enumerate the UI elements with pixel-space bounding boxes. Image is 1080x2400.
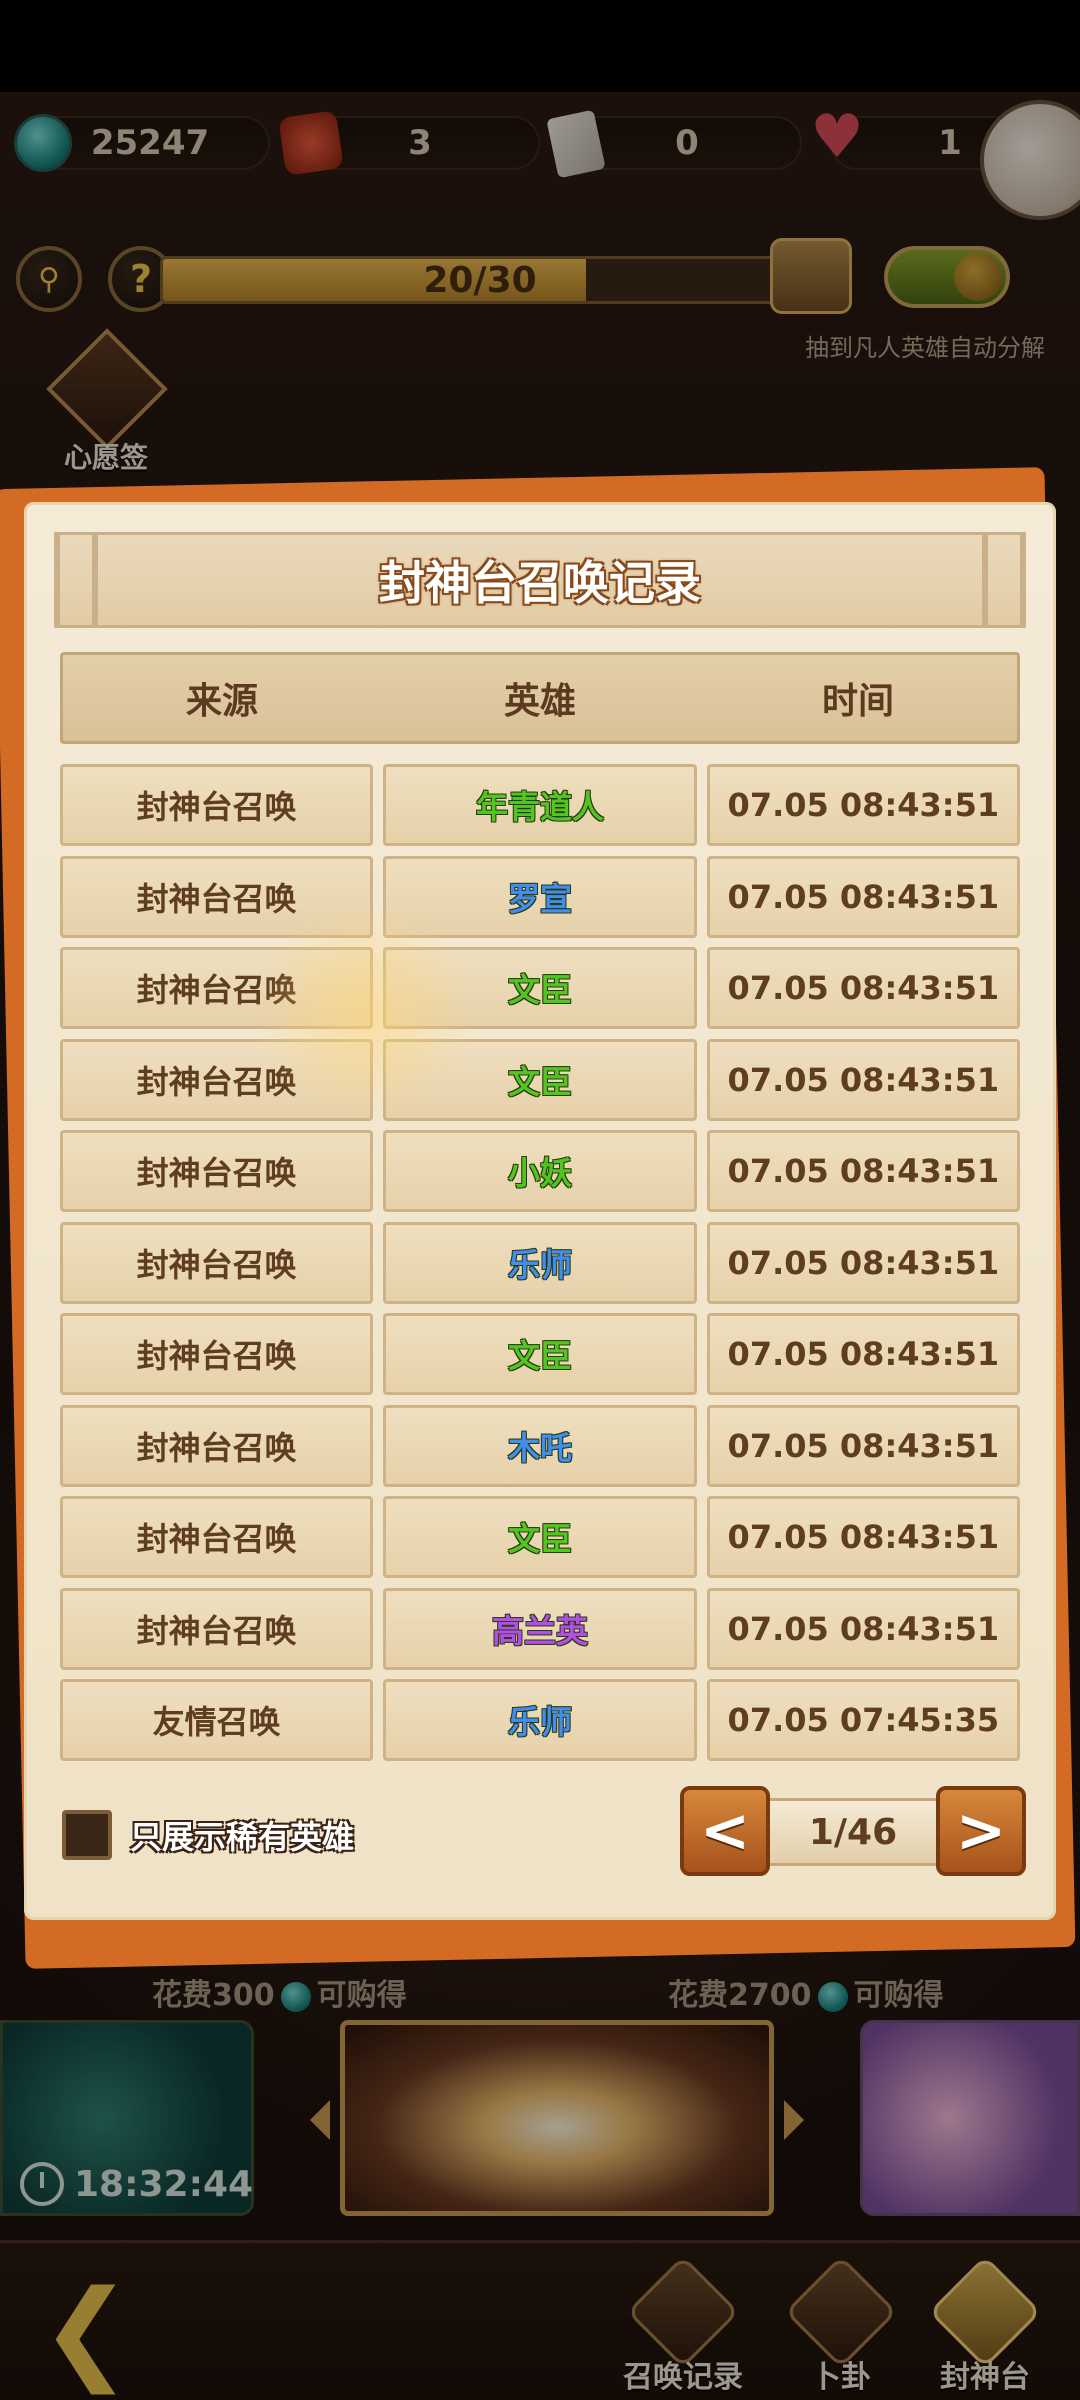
hero-cell: 文臣 [383,1313,697,1395]
hero-cell: 木吒 [383,1404,697,1487]
hero-cell: 年青道人 [383,764,697,846]
hero-cell: 乐师 [383,1679,697,1761]
source-cell: 封神台召唤 [60,1404,374,1487]
source-cell: 封神台召唤 [60,855,374,938]
time-cell: 07.05 08:43:51 [706,1038,1020,1121]
table-row: 封神台召唤 高兰英 07.05 08:43:51 [60,1587,1020,1670]
source-cell: 封神台召唤 [60,1313,374,1395]
source-cell: 封神台召唤 [60,764,374,846]
table-row: 封神台召唤 文臣 07.05 08:43:51 [60,947,1020,1029]
hero-cell: 罗宣 [383,855,697,938]
source-cell: 封神台召唤 [60,1496,374,1578]
rare-only-checkbox[interactable] [62,1810,112,1860]
page-indicator: 1/46 [750,1798,956,1866]
hero-cell: 文臣 [383,1038,697,1121]
rare-only-filter[interactable]: 只展示稀有英雄 [62,1810,354,1860]
time-cell: 07.05 08:43:51 [706,1496,1020,1578]
time-cell: 07.05 08:43:51 [706,1221,1020,1304]
table-row: 封神台召唤 文臣 07.05 08:43:51 [60,1496,1020,1578]
source-cell: 封神台召唤 [60,1587,374,1670]
column-header-source: 来源 [185,681,258,722]
hero-cell: 乐师 [383,1221,697,1304]
time-cell: 07.05 08:43:51 [706,855,1020,938]
rare-only-label: 只展示稀有英雄 [130,1818,355,1856]
table-row: 封神台召唤 罗宣 07.05 08:43:51 [60,855,1020,938]
hero-cell: 文臣 [383,1496,697,1578]
table-row: 封神台召唤 小妖 07.05 08:43:51 [60,1130,1020,1212]
hero-cell: 小妖 [383,1130,697,1212]
hero-cell: 高兰英 [383,1587,697,1670]
summon-record-dialog: 封神台召唤记录 来源 英雄 时间 封神台召唤 年青道人 07.05 08:43:51… [24,502,1056,1920]
time-cell: 07.05 07:45:35 [706,1679,1020,1761]
table-row: 封神台召唤 文臣 07.05 08:43:51 [60,1038,1020,1121]
source-cell: 友情召唤 [60,1679,374,1761]
time-cell: 07.05 08:43:51 [706,947,1020,1029]
source-cell: 封神台召唤 [60,1130,374,1212]
time-cell: 07.05 08:43:51 [706,1130,1020,1212]
time-cell: 07.05 08:43:51 [706,1313,1020,1395]
column-header-time: 时间 [821,681,894,722]
dialog-title: 封神台召唤记录 [379,556,701,610]
table-row: 封神台召唤 年青道人 07.05 08:43:51 [60,764,1020,846]
hero-cell: 文臣 [383,947,697,1029]
table-row: 封神台召唤 乐师 07.05 08:43:51 [60,1221,1020,1304]
column-header-hero: 英雄 [503,681,576,722]
time-cell: 07.05 08:43:51 [706,764,1020,846]
table-row: 封神台召唤 木吒 07.05 08:43:51 [60,1404,1020,1487]
prev-page-button[interactable]: < [680,1786,770,1876]
pagination: 1/46 < > [680,1786,1026,1878]
table-row: 封神台召唤 文臣 07.05 08:43:51 [60,1313,1020,1395]
table-header: 来源 英雄 时间 [60,652,1020,744]
record-list: 封神台召唤 年青道人 07.05 08:43:51 封神台召唤 罗宣 07.05 08:4… [60,764,1020,1771]
time-cell: 07.05 08:43:51 [706,1404,1020,1487]
source-cell: 封神台召唤 [60,947,374,1029]
next-page-button[interactable]: > [936,1786,1026,1876]
source-cell: 封神台召唤 [60,1038,374,1121]
source-cell: 封神台召唤 [60,1221,374,1304]
dialog-title-bar: 封神台召唤记录 [54,532,1026,628]
table-row: 友情召唤 乐师 07.05 07:45:35 [60,1679,1020,1761]
time-cell: 07.05 08:43:51 [706,1587,1020,1670]
